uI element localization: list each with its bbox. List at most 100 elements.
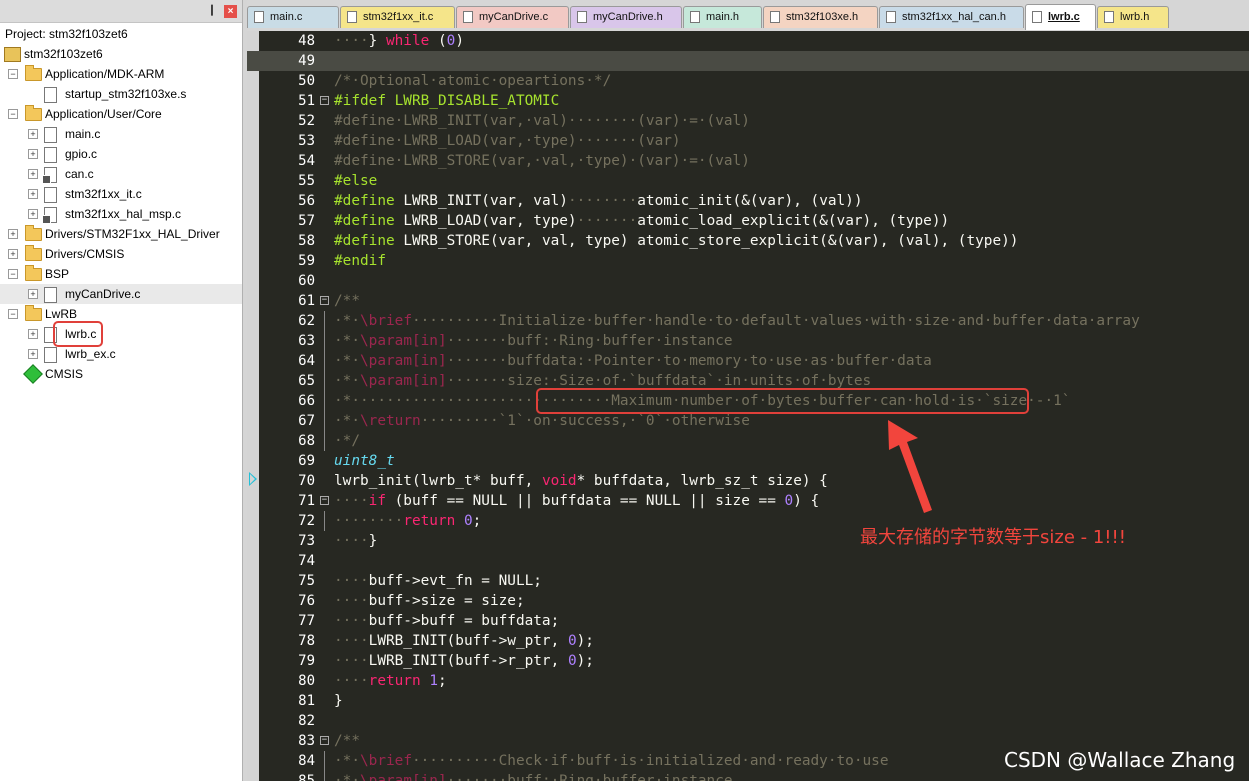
- code-text: #define·LWRB_STORE(var,·val,·type)·(var)…: [334, 153, 750, 169]
- tree-item-label: Application/MDK-ARM: [45, 67, 165, 81]
- tree-item[interactable]: + Drivers/CMSIS: [0, 244, 242, 264]
- code-line: 62 ·*·\brief··········Initialize·buffer·h…: [247, 311, 1249, 331]
- folder-icon: [25, 225, 42, 241]
- tree-item[interactable]: + stm32f1xx_hal_msp.c: [0, 204, 242, 224]
- tree-item[interactable]: startup_stm32f103xe.s: [0, 84, 242, 104]
- tree-item[interactable]: − Application/MDK-ARM: [0, 64, 242, 84]
- line-number: 67: [298, 413, 315, 429]
- tab-label: stm32f1xx_hal_can.h: [902, 11, 1006, 23]
- expand-icon[interactable]: +: [28, 129, 38, 139]
- code-line: 59 #endif: [247, 251, 1249, 271]
- code-text: #ifdef LWRB_DISABLE_ATOMIC: [334, 93, 560, 109]
- code-line: 79 ····LWRB_INIT(buff->r_ptr, 0);: [247, 651, 1249, 671]
- line-number: 77: [298, 613, 315, 629]
- expand-icon[interactable]: +: [28, 349, 38, 359]
- code-text: ·*·\brief··········Initialize·buffer·han…: [334, 313, 1140, 329]
- file-icon: [1104, 11, 1114, 23]
- code-line: 67 ·*·\return·········`1`·on·success,·`0`…: [247, 411, 1249, 431]
- tree-item[interactable]: − LwRB: [0, 304, 242, 324]
- fold-toggle-icon[interactable]: −: [320, 96, 329, 105]
- tab-main-c[interactable]: main.c: [247, 6, 339, 28]
- code-line: 54 #define·LWRB_STORE(var,·val,·type)·(va…: [247, 151, 1249, 171]
- tree-item[interactable]: + myCanDrive.c: [0, 284, 242, 304]
- line-number: 62: [298, 313, 315, 329]
- line-number: 75: [298, 573, 315, 589]
- code-text: ·*·\param[in]·······buff:·Ring·buffer·in…: [334, 773, 733, 781]
- tree-item-label: myCanDrive.c: [65, 287, 141, 301]
- tab-lwrb-h[interactable]: lwrb.h: [1097, 6, 1169, 28]
- tree-item[interactable]: + can.c: [0, 164, 242, 184]
- fold-toggle-icon[interactable]: −: [320, 736, 329, 745]
- line-number: 83: [298, 733, 315, 749]
- fold-toggle-icon[interactable]: −: [320, 296, 329, 305]
- expand-icon[interactable]: +: [28, 169, 38, 179]
- collapse-icon[interactable]: −: [8, 109, 18, 119]
- file-icon: [44, 147, 57, 163]
- line-number: 50: [298, 73, 315, 89]
- tab-stm32f1xx-hal-can-h[interactable]: stm32f1xx_hal_can.h: [879, 6, 1024, 28]
- code-line: 58 #define LWRB_STORE(var, val, type) ato…: [247, 231, 1249, 251]
- line-number: 84: [298, 753, 315, 769]
- code-line: 64 ·*·\param[in]·······buffdata:·Pointer·…: [247, 351, 1249, 371]
- line-number: 61: [298, 293, 315, 309]
- expand-icon[interactable]: +: [28, 149, 38, 159]
- tree-item[interactable]: + main.c: [0, 124, 242, 144]
- line-number: 71: [298, 493, 315, 509]
- code-line: 68 ·*/: [247, 431, 1249, 451]
- expand-icon[interactable]: +: [8, 229, 18, 239]
- project-icon: [4, 47, 21, 62]
- code-text: #endif: [334, 253, 386, 269]
- tab-label: main.c: [270, 11, 303, 23]
- tab-mycandrive-c[interactable]: myCanDrive.c: [456, 6, 569, 28]
- tree-item[interactable]: CMSIS: [0, 364, 242, 384]
- fold-guide: [324, 511, 325, 531]
- fold-guide: [324, 411, 325, 431]
- tree-item[interactable]: + lwrb.c: [0, 324, 242, 344]
- close-icon[interactable]: ×: [224, 5, 237, 18]
- tree-item[interactable]: + lwrb_ex.c: [0, 344, 242, 364]
- code-line: 50 /*·Optional·atomic·opeartions·*/: [247, 71, 1249, 91]
- file-icon: [577, 11, 587, 23]
- tab-stm32f103xe-h[interactable]: stm32f103xe.h: [763, 6, 878, 28]
- code-line: 56 #define LWRB_INIT(var, val)········ato…: [247, 191, 1249, 211]
- collapse-icon[interactable]: −: [8, 269, 18, 279]
- pin-icon[interactable]: ❙: [206, 3, 218, 17]
- code-text: #define·LWRB_INIT(var,·val)········(var)…: [334, 113, 750, 129]
- expand-icon[interactable]: +: [28, 289, 38, 299]
- file-icon: [44, 127, 57, 143]
- fold-guide: [324, 771, 325, 781]
- expand-icon[interactable]: +: [8, 249, 18, 259]
- code-line: 80 ····return 1;: [247, 671, 1249, 691]
- tab-lwrb-c[interactable]: lwrb.c: [1025, 4, 1096, 30]
- tree-item[interactable]: + stm32f1xx_it.c: [0, 184, 242, 204]
- tab-main-h[interactable]: main.h: [683, 6, 762, 28]
- line-number: 59: [298, 253, 315, 269]
- code-text: ····} while (0): [334, 33, 464, 49]
- line-number: 51: [298, 93, 315, 109]
- fold-toggle-icon[interactable]: −: [320, 496, 329, 505]
- tree-item[interactable]: stm32f103zet6: [0, 44, 242, 64]
- code-line: 49: [247, 51, 1249, 71]
- tab-mycandrive-h[interactable]: myCanDrive.h: [570, 6, 682, 28]
- tree-item[interactable]: + Drivers/STM32F1xx_HAL_Driver: [0, 224, 242, 244]
- code-text: ····buff->size = size;: [334, 593, 525, 609]
- expand-icon[interactable]: +: [28, 189, 38, 199]
- tree-item[interactable]: + gpio.c: [0, 144, 242, 164]
- code-line: 85 ·*·\param[in]·······buff:·Ring·buffer·…: [247, 771, 1249, 781]
- expand-icon[interactable]: +: [28, 329, 38, 339]
- tab-label: main.h: [706, 11, 740, 23]
- collapse-icon[interactable]: −: [8, 309, 18, 319]
- line-number: 48: [298, 33, 315, 49]
- cmsis-component-icon: [23, 364, 43, 384]
- collapse-icon[interactable]: −: [8, 69, 18, 79]
- tree-item[interactable]: − BSP: [0, 264, 242, 284]
- tree-item[interactable]: − Application/User/Core: [0, 104, 242, 124]
- code-line: 74: [247, 551, 1249, 571]
- code-text: /*·Optional·atomic·opeartions·*/: [334, 73, 612, 89]
- file-icon: [44, 347, 57, 363]
- expand-icon[interactable]: +: [28, 209, 38, 219]
- fold-guide: [324, 331, 325, 351]
- code-line: 48 ····} while (0): [247, 31, 1249, 51]
- tree-item-label: CMSIS: [45, 367, 84, 381]
- tab-stm32f1xx-it-c[interactable]: stm32f1xx_it.c: [340, 6, 455, 28]
